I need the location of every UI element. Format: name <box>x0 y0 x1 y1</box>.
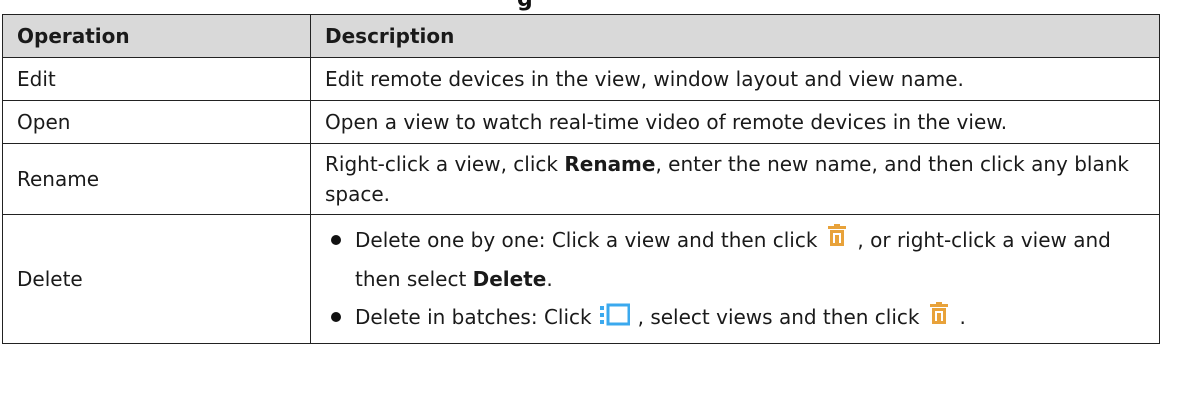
description-cell: Edit remote devices in the view, window … <box>310 57 1160 101</box>
operations-table: Operation Description Edit Edit remote d… <box>2 14 1160 344</box>
rename-keyword: Rename <box>564 152 656 176</box>
cropped-caption-glyph: g <box>517 0 533 12</box>
bullet-text: . <box>546 267 553 291</box>
table-row: Edit Edit remote devices in the view, wi… <box>2 57 1160 101</box>
trash-icon <box>927 300 951 338</box>
operation-cell: Rename <box>2 143 311 215</box>
operation-cell: Open <box>2 100 311 144</box>
delete-keyword: Delete <box>472 267 547 291</box>
bullet-delete-one-by-one: Delete one by one: Click a view and then… <box>325 221 1147 299</box>
header-operation: Operation <box>2 14 311 58</box>
description-cell: Right-click a view, click Rename, enter … <box>310 143 1160 215</box>
description-cell: Delete one by one: Click a view and then… <box>310 214 1160 344</box>
trash-icon <box>825 222 849 260</box>
description-cell: Open a view to watch real-time video of … <box>310 100 1160 144</box>
delete-bullet-list: Delete one by one: Click a view and then… <box>325 221 1147 338</box>
bullet-text: . <box>959 305 966 329</box>
bullet-dot <box>331 234 341 245</box>
operation-cell: Edit <box>2 57 311 101</box>
desc-text: Right-click a view, click <box>325 152 565 176</box>
bullet-dot <box>331 312 341 322</box>
table-header-row: Operation Description <box>2 14 1160 58</box>
bullet-text: , select views and then click <box>637 305 920 329</box>
bullet-text: Delete one by one: Click a view and then… <box>355 227 818 252</box>
table-row: Delete Delete one by one: Click a view a… <box>2 214 1160 344</box>
header-description: Description <box>310 14 1160 58</box>
table-row: Open Open a view to watch real-time vide… <box>2 100 1160 144</box>
bullet-text: Delete in batches: Click <box>355 305 592 329</box>
operation-cell: Delete <box>2 214 311 344</box>
batch-select-icon <box>599 300 631 338</box>
cropped-caption: g <box>0 0 1178 12</box>
bullet-delete-in-batches: Delete in batches: Click , select views … <box>325 298 1147 338</box>
table-row: Rename Right-click a view, click Rename,… <box>2 143 1160 215</box>
